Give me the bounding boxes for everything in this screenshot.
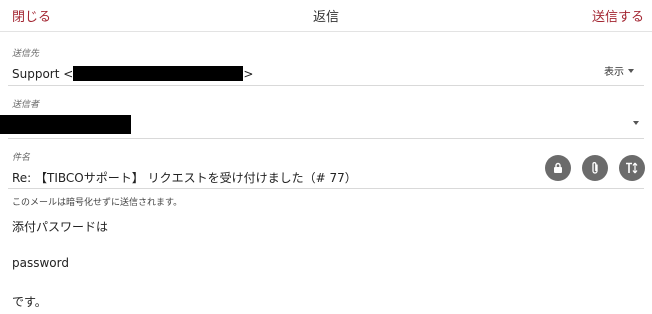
attach-button[interactable]	[582, 155, 608, 181]
from-divider	[8, 138, 644, 139]
from-label: 送信者	[12, 100, 40, 110]
text-format-button[interactable]	[619, 155, 645, 181]
text-format-icon	[626, 162, 638, 174]
subject-input[interactable]: Re: 【TIBCOサポート】 リクエストを受け付けました（# 77）	[12, 169, 357, 186]
show-label: 表示	[604, 67, 624, 78]
paperclip-icon	[592, 162, 598, 174]
page-title: 返信	[312, 10, 339, 25]
body-line[interactable]: です。	[12, 293, 47, 310]
close-button[interactable]: 閉じる	[12, 6, 51, 25]
encryption-note: このメールは暗号化せずに送信されます。	[12, 198, 183, 208]
to-value-suffix: >	[243, 66, 254, 81]
sender-dropdown-icon[interactable]	[633, 121, 639, 125]
send-button[interactable]: 送信する	[592, 6, 644, 25]
chevron-down-icon	[628, 68, 634, 73]
lock-button[interactable]	[545, 155, 571, 181]
subject-label: 件名	[12, 153, 31, 163]
redacted-sender[interactable]	[0, 115, 131, 134]
body-line[interactable]: 添付パスワードは	[12, 218, 108, 235]
show-recipients-button[interactable]: 表示	[604, 63, 634, 78]
body-line[interactable]: password	[12, 256, 69, 270]
to-value-prefix: Support <	[12, 66, 74, 81]
lock-icon	[554, 162, 562, 173]
subject-divider	[8, 188, 644, 189]
to-label: 送信先	[12, 49, 40, 59]
header-divider	[0, 31, 652, 32]
redacted-email	[73, 66, 244, 81]
to-divider	[8, 85, 644, 86]
to-field[interactable]: Support < >	[12, 66, 253, 81]
